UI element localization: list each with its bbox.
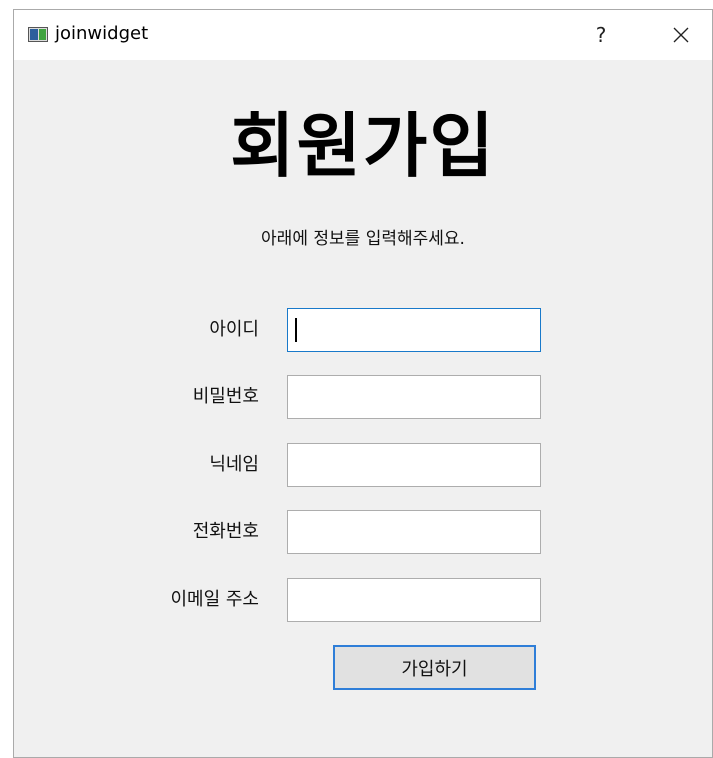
phone-label: 전화번호 — [192, 521, 259, 542]
nickname-input[interactable] — [287, 443, 541, 487]
password-input[interactable] — [287, 375, 541, 419]
id-input[interactable] — [287, 308, 541, 352]
email-input[interactable] — [287, 578, 541, 622]
password-label: 비밀번호 — [192, 386, 259, 407]
form-area: 회원가입 아래에 정보를 입력해주세요. 아이디 비밀번호 닉네임 전화번호 이… — [14, 60, 712, 757]
email-label: 이메일 주소 — [170, 589, 259, 610]
phone-input[interactable] — [287, 510, 541, 554]
help-button[interactable]: ? — [583, 20, 619, 50]
id-label: 아이디 — [209, 319, 259, 340]
app-window-icon — [28, 27, 48, 42]
page-subtitle: 아래에 정보를 입력해주세요. — [261, 229, 465, 249]
close-icon — [673, 27, 689, 43]
join-window: joinwidget ? 회원가입 아래에 정보를 입력해주세요. 아이디 비밀… — [13, 9, 713, 758]
signup-button[interactable]: 가입하기 — [333, 645, 536, 690]
page-title: 회원가입 — [230, 105, 496, 187]
close-button[interactable] — [663, 20, 699, 50]
nickname-label: 닉네임 — [209, 454, 259, 475]
window-title: joinwidget — [55, 23, 149, 44]
text-caret — [295, 318, 297, 342]
title-bar[interactable]: joinwidget ? — [14, 10, 712, 60]
